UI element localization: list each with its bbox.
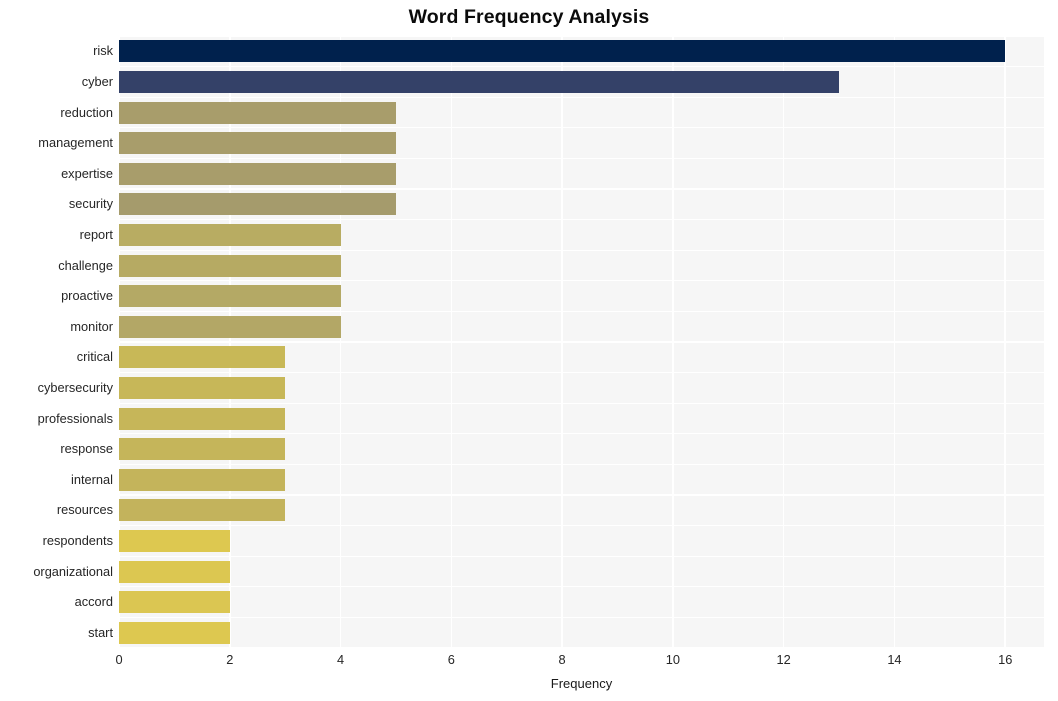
horizontal-gridline bbox=[119, 647, 1044, 648]
horizontal-gridline bbox=[119, 96, 1044, 98]
bar bbox=[119, 101, 396, 124]
x-axis-tick-label: 12 bbox=[776, 652, 791, 667]
bar bbox=[119, 621, 230, 644]
bar bbox=[119, 438, 286, 461]
y-axis-tick-labels: risk cyber reduction management expertise sec… bbox=[0, 36, 113, 648]
y-axis-tick-label: reduction bbox=[60, 104, 113, 120]
x-axis-tick-label: 0 bbox=[115, 652, 123, 667]
horizontal-gridline bbox=[119, 433, 1044, 435]
bar bbox=[119, 223, 341, 246]
bar bbox=[119, 468, 286, 491]
horizontal-gridline bbox=[119, 65, 1044, 68]
bar bbox=[119, 560, 230, 583]
y-axis-tick-label: respondents bbox=[42, 532, 113, 548]
bar bbox=[119, 132, 396, 155]
y-axis-tick-label: accord bbox=[74, 594, 113, 610]
y-axis-tick-label: monitor bbox=[70, 318, 113, 334]
bar bbox=[119, 254, 341, 277]
x-axis-tick-label: 10 bbox=[665, 652, 681, 667]
plot-area bbox=[119, 36, 1044, 648]
x-axis-tick-label: 4 bbox=[336, 652, 345, 667]
horizontal-gridline bbox=[119, 616, 1044, 619]
bar bbox=[119, 70, 840, 93]
x-axis-tick-label: 14 bbox=[887, 652, 902, 667]
x-axis-tick-labels: 0 2 4 6 8 10 12 14 16 bbox=[115, 652, 1044, 672]
horizontal-gridline bbox=[119, 157, 1044, 160]
y-axis-tick-label: response bbox=[60, 441, 113, 457]
x-axis-tick-label: 16 bbox=[998, 652, 1013, 667]
horizontal-gridline bbox=[119, 341, 1044, 343]
horizontal-gridline bbox=[119, 555, 1044, 557]
chart-figure: Word Frequency Analysis risk cyber reducti… bbox=[0, 0, 1058, 701]
horizontal-gridline bbox=[119, 586, 1044, 588]
bar bbox=[119, 162, 396, 185]
y-axis-tick-label: management bbox=[38, 135, 113, 151]
y-axis-tick-label: cybersecurity bbox=[37, 379, 113, 395]
bar bbox=[119, 346, 286, 369]
x-axis-tick-label: 6 bbox=[447, 652, 455, 667]
horizontal-gridline bbox=[119, 280, 1044, 282]
bar bbox=[119, 315, 341, 338]
bar bbox=[119, 376, 286, 399]
bar bbox=[119, 407, 286, 430]
y-axis-tick-label: internal bbox=[71, 471, 113, 487]
y-axis-tick-label: organizational bbox=[33, 563, 113, 579]
horizontal-gridline bbox=[119, 218, 1044, 221]
horizontal-gridline bbox=[119, 249, 1044, 251]
horizontal-gridline bbox=[119, 188, 1044, 190]
bar bbox=[119, 591, 230, 614]
y-axis-tick-label: resources bbox=[56, 502, 113, 518]
bar bbox=[119, 193, 396, 216]
horizontal-gridline bbox=[119, 524, 1044, 527]
horizontal-gridline bbox=[119, 36, 1044, 37]
horizontal-gridline bbox=[119, 494, 1044, 496]
horizontal-gridline bbox=[119, 371, 1044, 374]
bar bbox=[119, 499, 286, 522]
y-axis-tick-label: start bbox=[88, 624, 113, 640]
y-axis-tick-label: risk bbox=[93, 43, 113, 59]
y-axis-tick-label: critical bbox=[76, 349, 113, 365]
y-axis-tick-label: report bbox=[79, 226, 113, 242]
page-title: Word Frequency Analysis bbox=[408, 6, 650, 28]
y-axis-tick-label: security bbox=[68, 196, 113, 212]
x-axis-tick-label: 8 bbox=[558, 652, 566, 667]
y-axis-tick-label: professionals bbox=[37, 410, 113, 426]
x-axis-label: Frequency bbox=[550, 676, 613, 691]
y-axis-tick-label: proactive bbox=[61, 288, 113, 304]
bar bbox=[119, 285, 341, 308]
y-axis-tick-label: expertise bbox=[61, 165, 113, 181]
horizontal-gridline bbox=[119, 463, 1044, 466]
x-axis-tick-label: 2 bbox=[226, 652, 234, 667]
bar bbox=[119, 40, 1006, 63]
horizontal-gridline bbox=[119, 310, 1044, 313]
horizontal-gridline bbox=[119, 402, 1044, 404]
y-axis-tick-label: cyber bbox=[81, 73, 113, 89]
y-axis-tick-label: challenge bbox=[58, 257, 113, 273]
horizontal-gridline bbox=[119, 127, 1044, 129]
bar bbox=[119, 529, 230, 552]
